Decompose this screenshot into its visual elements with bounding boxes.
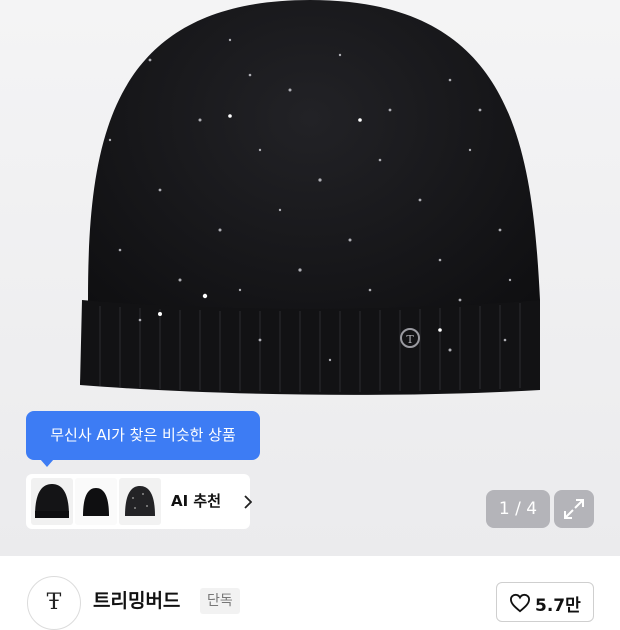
like-count: 5.7만 [535,596,581,616]
ai-recommend-label[interactable]: AI 추천 [171,474,221,529]
similar-product-thumb[interactable] [119,478,161,525]
product-image: T [80,0,540,395]
heart-icon [509,593,531,613]
brand-logo[interactable]: Ŧ [27,576,81,630]
expand-icon [564,499,584,519]
brand-bar: Ŧ 트리밍버드 단독 5.7만 [0,556,620,630]
brand-name[interactable]: 트리밍버드 [93,586,180,613]
like-button[interactable]: 5.7만 [496,582,594,622]
svg-text:T: T [406,333,414,346]
product-image-carousel[interactable]: T 무신사 AI가 찾은 비슷한 상품 AI 추천 1 / 4 [0,0,620,556]
image-pager: 1 / 4 [486,490,550,528]
ai-similar-tooltip: 무신사 AI가 찾은 비슷한 상품 [26,411,260,467]
chevron-right-icon [244,495,252,509]
similar-product-thumb[interactable] [75,478,117,525]
similar-product-thumb[interactable] [31,478,73,525]
exclusive-badge: 단독 [200,588,240,614]
ai-recommend-card[interactable]: AI 추천 [26,474,252,529]
expand-image-button[interactable] [554,490,594,528]
